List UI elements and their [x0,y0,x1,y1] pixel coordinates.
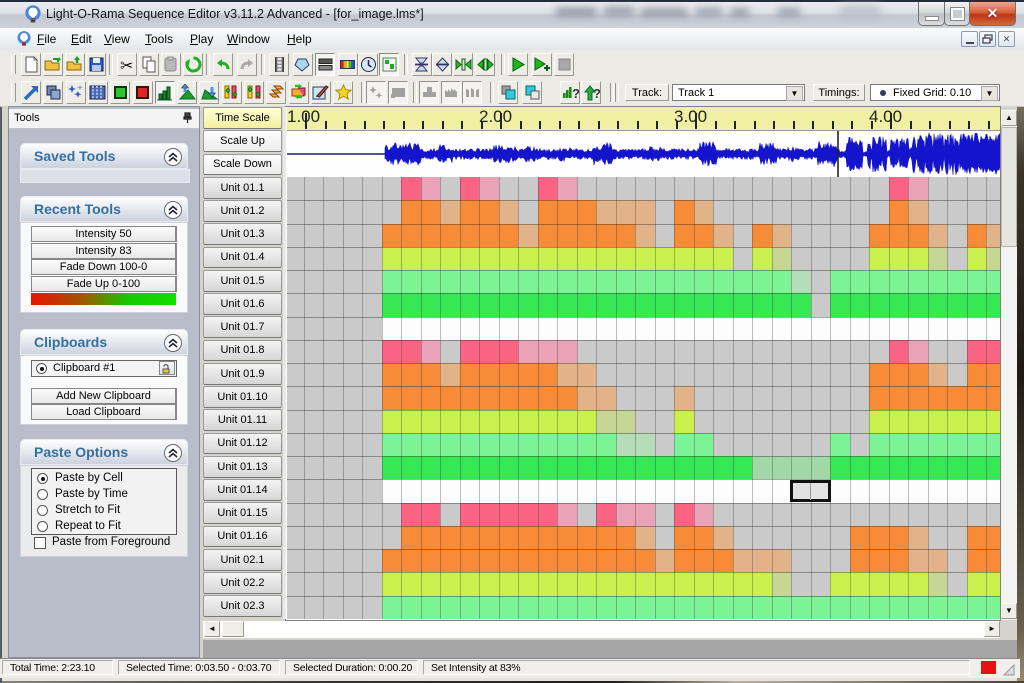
svg-text:?: ? [593,86,600,101]
svg-text:✂: ✂ [120,58,133,73]
svg-text:?: ? [572,86,579,101]
